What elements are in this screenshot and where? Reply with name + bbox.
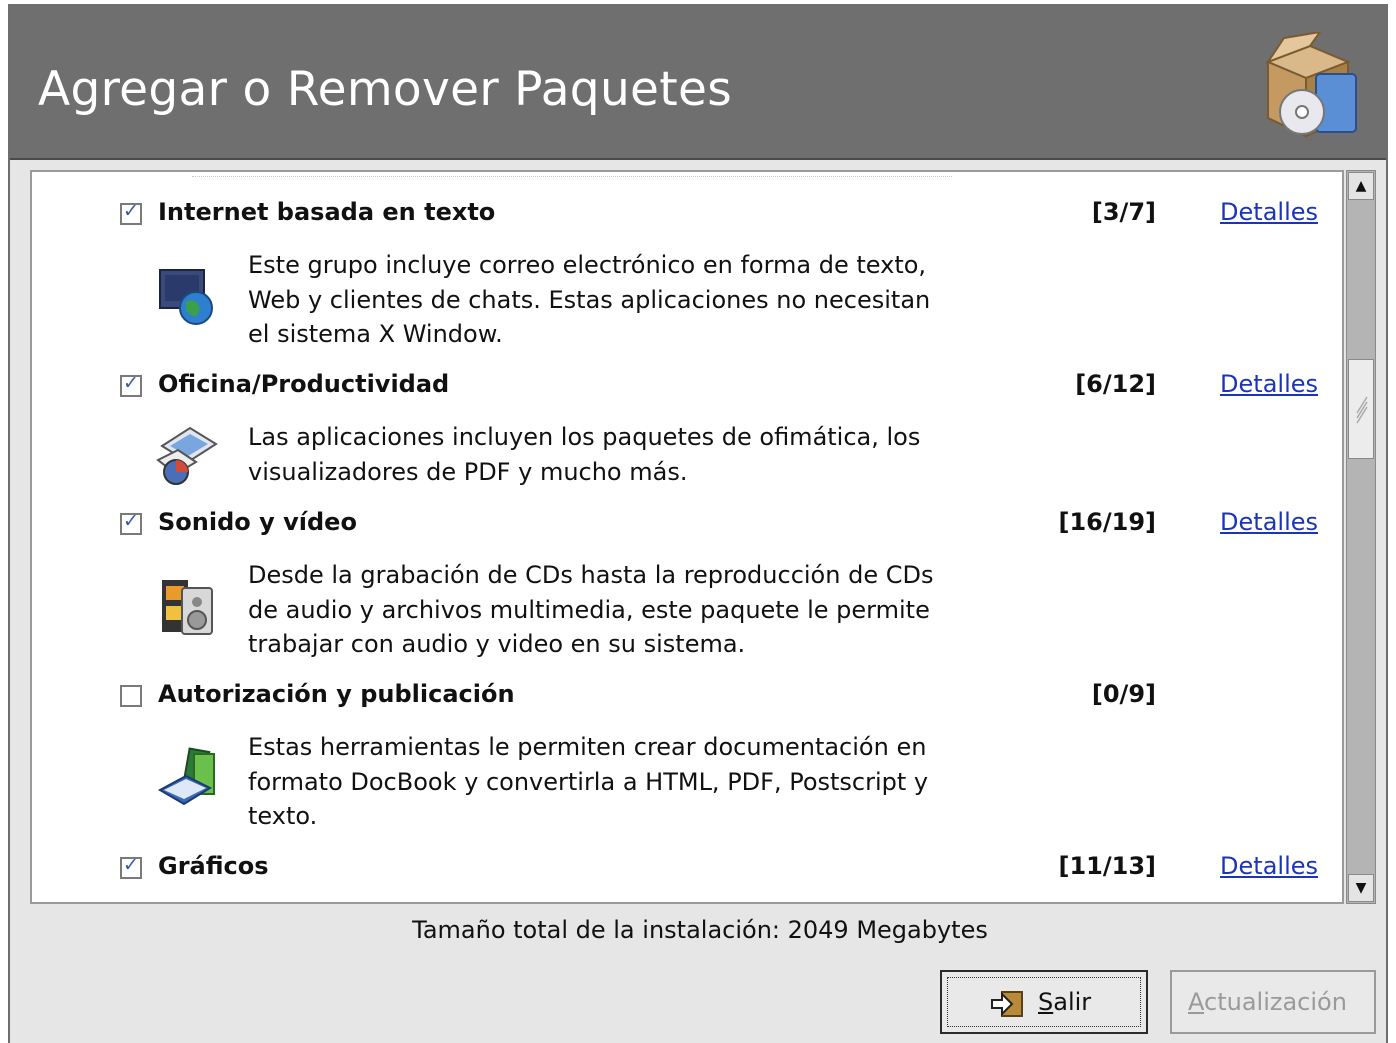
description-line: texto. xyxy=(248,802,318,830)
details-link-internet[interactable]: Detalles xyxy=(1220,198,1318,226)
group-checkbox-sound-video[interactable]: ✓ xyxy=(120,510,142,535)
quit-button[interactable]: Salir xyxy=(940,970,1148,1034)
mnemonic: S xyxy=(1038,988,1054,1016)
details-link-office[interactable]: Detalles xyxy=(1220,370,1318,398)
check-icon: ✓ xyxy=(123,372,139,394)
description-line: el sistema X Window. xyxy=(248,320,503,348)
description-line: Web y clientes de chats. Estas aplicacio… xyxy=(248,285,931,314)
group-count: [16/19] xyxy=(1058,508,1157,536)
group-checkbox-internet[interactable]: ✓ xyxy=(120,200,142,225)
group-name: Autorización y publicación xyxy=(158,680,515,708)
total-install-size: Tamaño total de la instalación: 2049 Meg… xyxy=(412,916,988,944)
group-checkbox-authoring[interactable] xyxy=(120,685,142,707)
group-name: Sonido y vídeo xyxy=(158,508,357,536)
group-description: Estas herramientas le permiten crear doc… xyxy=(248,730,1008,834)
package-group-list[interactable]: ✓ Internet basada en texto [3/7] Detalle… xyxy=(30,170,1344,904)
description-line: Las aplicaciones incluyen los paquetes d… xyxy=(248,423,921,451)
description-line: visualizadores de PDF y mucho más. xyxy=(248,457,688,486)
group-row-office: ✓ Oficina/Productividad [6/12] Detalles xyxy=(32,368,1342,404)
books-icon xyxy=(157,747,215,806)
exit-icon xyxy=(991,991,1023,1017)
window-title: Agregar o Remover Paquetes xyxy=(38,62,732,117)
description-line: trabajar con audio y video en su sistema… xyxy=(248,630,746,658)
description-line: Este grupo incluye correo electrónico en… xyxy=(248,251,927,279)
description-line: Estas herramientas le permiten crear doc… xyxy=(248,733,927,761)
group-description: Las aplicaciones incluyen los paquetes d… xyxy=(248,420,1008,489)
office-documents-icon xyxy=(156,426,218,485)
label-rest: alir xyxy=(1053,988,1092,1016)
group-checkbox-graphics[interactable]: ✓ xyxy=(120,854,142,879)
check-icon: ✓ xyxy=(123,510,139,532)
scroll-up-icon[interactable]: ▲ xyxy=(1348,172,1374,200)
grip-icon xyxy=(1356,396,1368,424)
check-icon: ✓ xyxy=(123,854,139,876)
update-button-label: Actualización xyxy=(1188,988,1347,1016)
previous-item-edge xyxy=(192,172,952,177)
group-row-graphics: ✓ Gráficos [11/13] Detalles xyxy=(32,850,1342,886)
group-description: Desde la grabación de CDs hasta la repro… xyxy=(248,558,1008,662)
group-count: [3/7] xyxy=(1091,198,1156,226)
check-icon: ✓ xyxy=(123,200,139,222)
details-link-sound-video[interactable]: Detalles xyxy=(1220,508,1318,536)
group-count: [0/9] xyxy=(1091,680,1156,708)
group-row-internet: ✓ Internet basada en texto [3/7] Detalle… xyxy=(32,196,1342,232)
label-rest: ctualización xyxy=(1204,988,1347,1016)
package-box-icon xyxy=(1265,32,1357,138)
details-link-graphics[interactable]: Detalles xyxy=(1220,852,1318,880)
header-banner: Agregar o Remover Paquetes xyxy=(10,6,1386,160)
group-name: Gráficos xyxy=(158,852,269,880)
quit-button-label: Salir xyxy=(1038,988,1091,1016)
group-checkbox-office[interactable]: ✓ xyxy=(120,372,142,397)
description-line: Desde la grabación de CDs hasta la repro… xyxy=(248,561,934,589)
update-button[interactable]: Actualización xyxy=(1170,970,1376,1034)
vertical-scrollbar[interactable]: ▲ ▼ xyxy=(1346,170,1376,904)
scroll-thumb[interactable] xyxy=(1348,359,1374,459)
add-remove-packages-window: Agregar o Remover Paquetes ✓ Internet ba… xyxy=(8,4,1388,1043)
group-row-sound-video: ✓ Sonido y vídeo [16/19] Detalles xyxy=(32,506,1342,542)
internet-globe-icon xyxy=(159,269,213,325)
description-line: de audio y archivos multimedia, este paq… xyxy=(248,595,930,624)
film-speaker-icon xyxy=(162,580,213,635)
group-description: Este grupo incluye correo electrónico en… xyxy=(248,248,1008,352)
mnemonic: A xyxy=(1188,988,1204,1016)
group-count: [6/12] xyxy=(1075,370,1156,398)
scroll-down-icon[interactable]: ▼ xyxy=(1348,874,1374,902)
group-name: Oficina/Productividad xyxy=(158,370,450,398)
group-count: [11/13] xyxy=(1058,852,1157,880)
group-row-authoring: Autorización y publicación [0/9] xyxy=(32,678,1342,714)
description-line: formato DocBook y convertirla a HTML, PD… xyxy=(248,767,929,796)
group-name: Internet basada en texto xyxy=(158,198,496,226)
